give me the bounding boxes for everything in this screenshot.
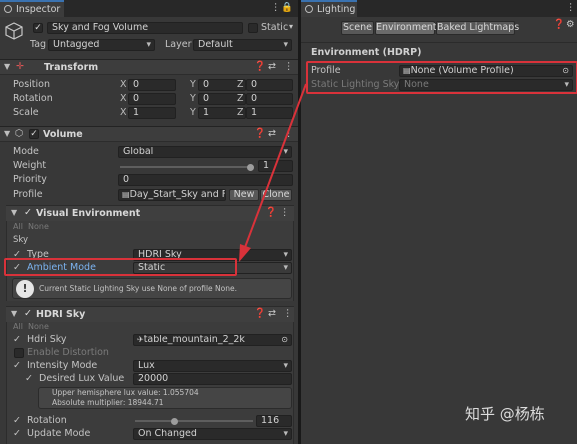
annotation-arrow	[239, 83, 307, 262]
